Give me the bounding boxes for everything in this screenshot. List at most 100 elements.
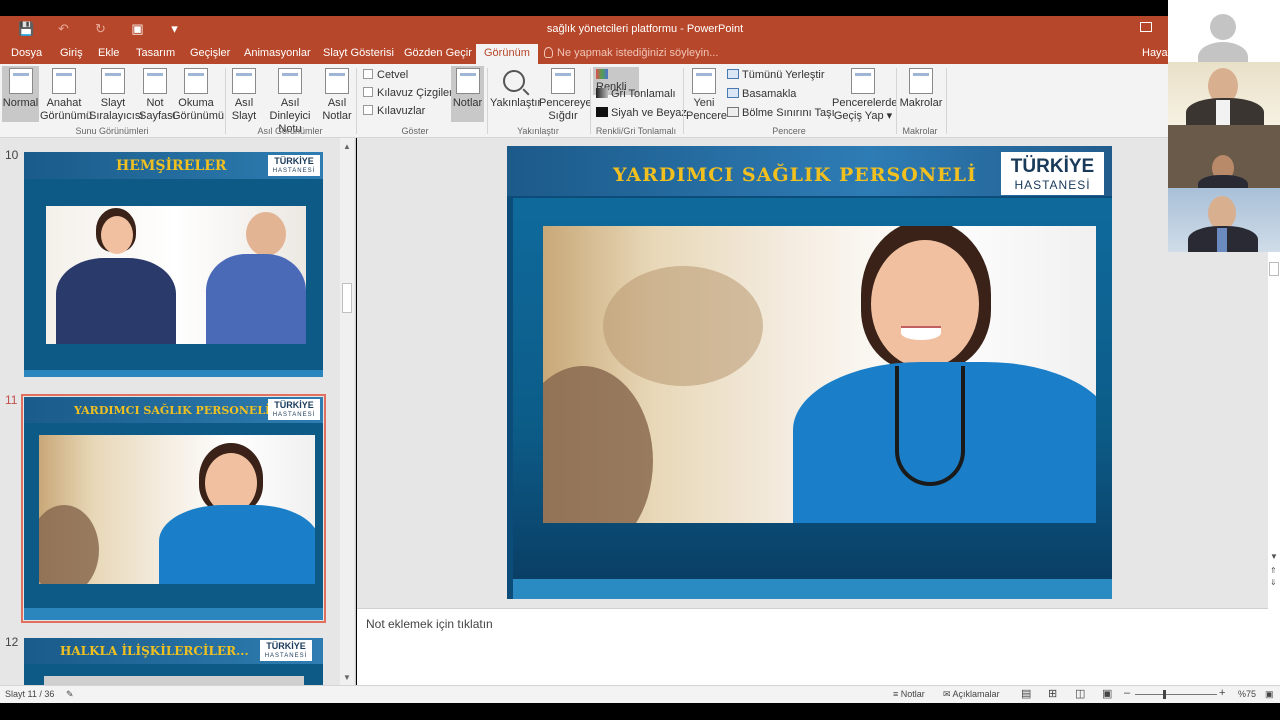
tab-giris[interactable]: Giriş — [60, 47, 83, 59]
logo-line-2: HASTANESİ — [264, 653, 308, 659]
notes-page-label-1: Not — [146, 97, 164, 109]
window-title: sağlık yönetcileri platformu - PowerPoin… — [546, 23, 744, 35]
notes-icon — [455, 68, 480, 94]
background-blur — [603, 266, 763, 386]
black-white-button[interactable]: Siyah ve Beyaz — [596, 107, 687, 119]
cascade-button[interactable]: Basamakla — [727, 88, 796, 100]
video-tile-participant — [1168, 125, 1280, 188]
arrange-all-button[interactable]: Tümünü Yerleştir — [727, 69, 825, 81]
notes-placeholder[interactable]: Not eklemek için tıklatın — [366, 617, 493, 631]
slide-sorter-icon[interactable]: ⊞ — [1048, 687, 1057, 700]
zoom-button[interactable]: Yakınlaştır — [490, 68, 541, 110]
macros-label: Makrolar — [899, 97, 943, 109]
nurse-face — [871, 240, 979, 368]
canvas-scrollbar[interactable]: ▼ ⇑ ⇓ — [1268, 252, 1280, 685]
notes-toggle-button[interactable]: Notlar — [451, 66, 484, 122]
macros-icon — [909, 68, 933, 94]
slideshow-icon[interactable]: ▣ — [1102, 687, 1112, 700]
zoom-in-icon[interactable]: + — [1219, 687, 1225, 699]
notes-pane[interactable]: Not eklemek için tıklatın — [357, 608, 1268, 685]
fit-to-window-button[interactable]: Pencereye Sığdır — [539, 68, 592, 123]
tab-slayt-gosterisi[interactable]: Slayt Gösterisi — [323, 47, 394, 59]
arrange-all-icon — [727, 69, 739, 79]
guides-checkbox[interactable]: Kılavuzlar — [363, 105, 425, 117]
chevron-down-icon: ▾ — [886, 110, 893, 122]
grayscale-button[interactable]: Gri Tonlamalı — [596, 88, 676, 100]
thumbnail-slide-11[interactable]: YARDIMCI SAĞLIK PERSONELİ TÜRKİYE HASTANE… — [24, 397, 323, 620]
main-slide[interactable]: YARDIMCI SAĞLIK PERSONELİ TÜRKİYE HASTANE… — [507, 146, 1112, 599]
tab-gorunum[interactable]: Görünüm — [476, 44, 538, 64]
previous-slide-icon[interactable]: ⇑ — [1270, 566, 1277, 575]
group-separator — [356, 68, 357, 134]
next-slide-icon[interactable]: ⇓ — [1270, 578, 1277, 587]
gridlines-label: Kılavuz Çizgileri — [377, 87, 456, 99]
notes-master-icon — [325, 68, 349, 94]
new-window-button[interactable]: Yeni Pencere — [686, 68, 727, 123]
normal-view-button[interactable]: Normal — [2, 66, 39, 122]
logo-line-1: TÜRKİYE — [266, 641, 306, 651]
new-window-label-2: Pencere — [686, 110, 727, 122]
group-separator — [590, 68, 591, 134]
normal-view-icon — [8, 68, 33, 94]
scroll-down-icon[interactable]: ▼ — [1270, 552, 1278, 561]
tab-gozden-gecir[interactable]: Gözden Geçir — [404, 47, 472, 59]
notes-master-button[interactable]: Asıl Notlar — [321, 68, 353, 123]
group-presentation-views: Sunu Görünümleri — [75, 126, 149, 136]
participant-suit — [1198, 175, 1248, 188]
thumbnail-bottom-band — [24, 370, 323, 377]
thumbnail-slide-10[interactable]: HEMŞİRELER TÜRKİYE HASTANESİ — [24, 152, 323, 377]
slide-number-12: 12 — [5, 635, 19, 649]
slide-title[interactable]: YARDIMCI SAĞLIK PERSONELİ — [613, 164, 977, 186]
tab-gecisler[interactable]: Geçişler — [190, 47, 230, 59]
switch-windows-button[interactable]: Pencerelerde Geçiş Yap ▾ — [832, 68, 898, 123]
group-macros: Makrolar — [902, 126, 938, 136]
user-name[interactable]: Hayat — [1142, 47, 1171, 59]
zoom-slider[interactable] — [1135, 694, 1217, 695]
zoom-out-icon[interactable]: – — [1124, 687, 1130, 699]
scroll-up-icon[interactable]: ▲ — [343, 142, 351, 151]
hospital-logo[interactable]: TÜRKİYE HASTANESİ — [1001, 152, 1104, 195]
gridlines-checkbox[interactable]: Kılavuz Çizgileri — [363, 87, 455, 99]
tab-dosya[interactable]: Dosya — [11, 47, 42, 59]
slide-master-button[interactable]: Asıl Slayt — [229, 68, 259, 123]
spellcheck-icon[interactable]: ✎ — [66, 689, 74, 700]
zoom-slider-knob[interactable] — [1163, 690, 1166, 699]
thumbnail-scrollbar[interactable]: ▲ ▼ — [340, 138, 354, 685]
fit-slide-icon[interactable]: ▣ — [1265, 689, 1274, 700]
ribbon-tabs: Dosya Giriş Ekle Tasarım Geçişler Animas… — [0, 43, 1171, 64]
avatar-body — [1198, 42, 1248, 62]
switch-label-1: Pencerelerde — [832, 97, 898, 109]
logo-line-1: TÜRKİYE — [274, 156, 314, 166]
normal-view-icon[interactable]: ▤ — [1021, 687, 1031, 700]
reading-label-2: Görünümü — [172, 110, 224, 122]
tab-animasyonlar[interactable]: Animasyonlar — [244, 47, 311, 59]
tab-ekle[interactable]: Ekle — [98, 47, 119, 59]
comments-status-button[interactable]: ✉ Açıklamalar — [943, 689, 1000, 700]
outline-view-button[interactable]: Anahat Görünümü — [40, 68, 92, 123]
thumbnail-slide-12[interactable]: HALKLA İLİŞKİLERCİLER... TÜRKİYE HASTANES… — [24, 638, 323, 685]
ruler-checkbox[interactable]: Cetvel — [363, 69, 408, 81]
group-master-views: Asıl Görünümler — [257, 126, 323, 136]
handout-master-icon — [278, 68, 302, 94]
reading-view-button[interactable]: Okuma Görünümü — [172, 68, 224, 123]
notes-status-button[interactable]: ≡ Notlar — [893, 689, 925, 699]
healthcare-staff-photo[interactable] — [543, 226, 1096, 523]
slide-sorter-button[interactable]: Slayt Sıralayıcısı — [89, 68, 143, 123]
notes-page-button[interactable]: Not Sayfası — [139, 68, 176, 123]
group-show: Göster — [401, 126, 429, 136]
tab-tasarim[interactable]: Tasarım — [136, 47, 175, 59]
reading-view-icon[interactable]: ◫ — [1075, 687, 1085, 700]
scroll-down-icon[interactable]: ▼ — [343, 673, 351, 682]
thumbnail-title: HEMŞİRELER — [116, 158, 227, 174]
move-split-button[interactable]: Bölme Sınırını Taşı — [727, 107, 835, 119]
restore-window-icon[interactable] — [1140, 22, 1152, 32]
status-bar: Slayt 11 / 36 ✎ ≡ Notlar ✉ Açıklamalar ▤… — [0, 685, 1280, 703]
group-window: Pencere — [772, 126, 806, 136]
scrollbar-thumb[interactable] — [1269, 262, 1279, 276]
slide-sorter-icon — [101, 68, 125, 94]
macros-button[interactable]: Makrolar — [899, 68, 943, 110]
zoom-level[interactable]: %75 — [1238, 689, 1256, 699]
tell-me-box[interactable]: Ne yapmak istediğinizi söyleyin... — [544, 47, 718, 59]
hospital-logo: TÜRKİYE HASTANESİ — [268, 399, 320, 420]
scrollbar-thumb[interactable] — [342, 283, 352, 313]
